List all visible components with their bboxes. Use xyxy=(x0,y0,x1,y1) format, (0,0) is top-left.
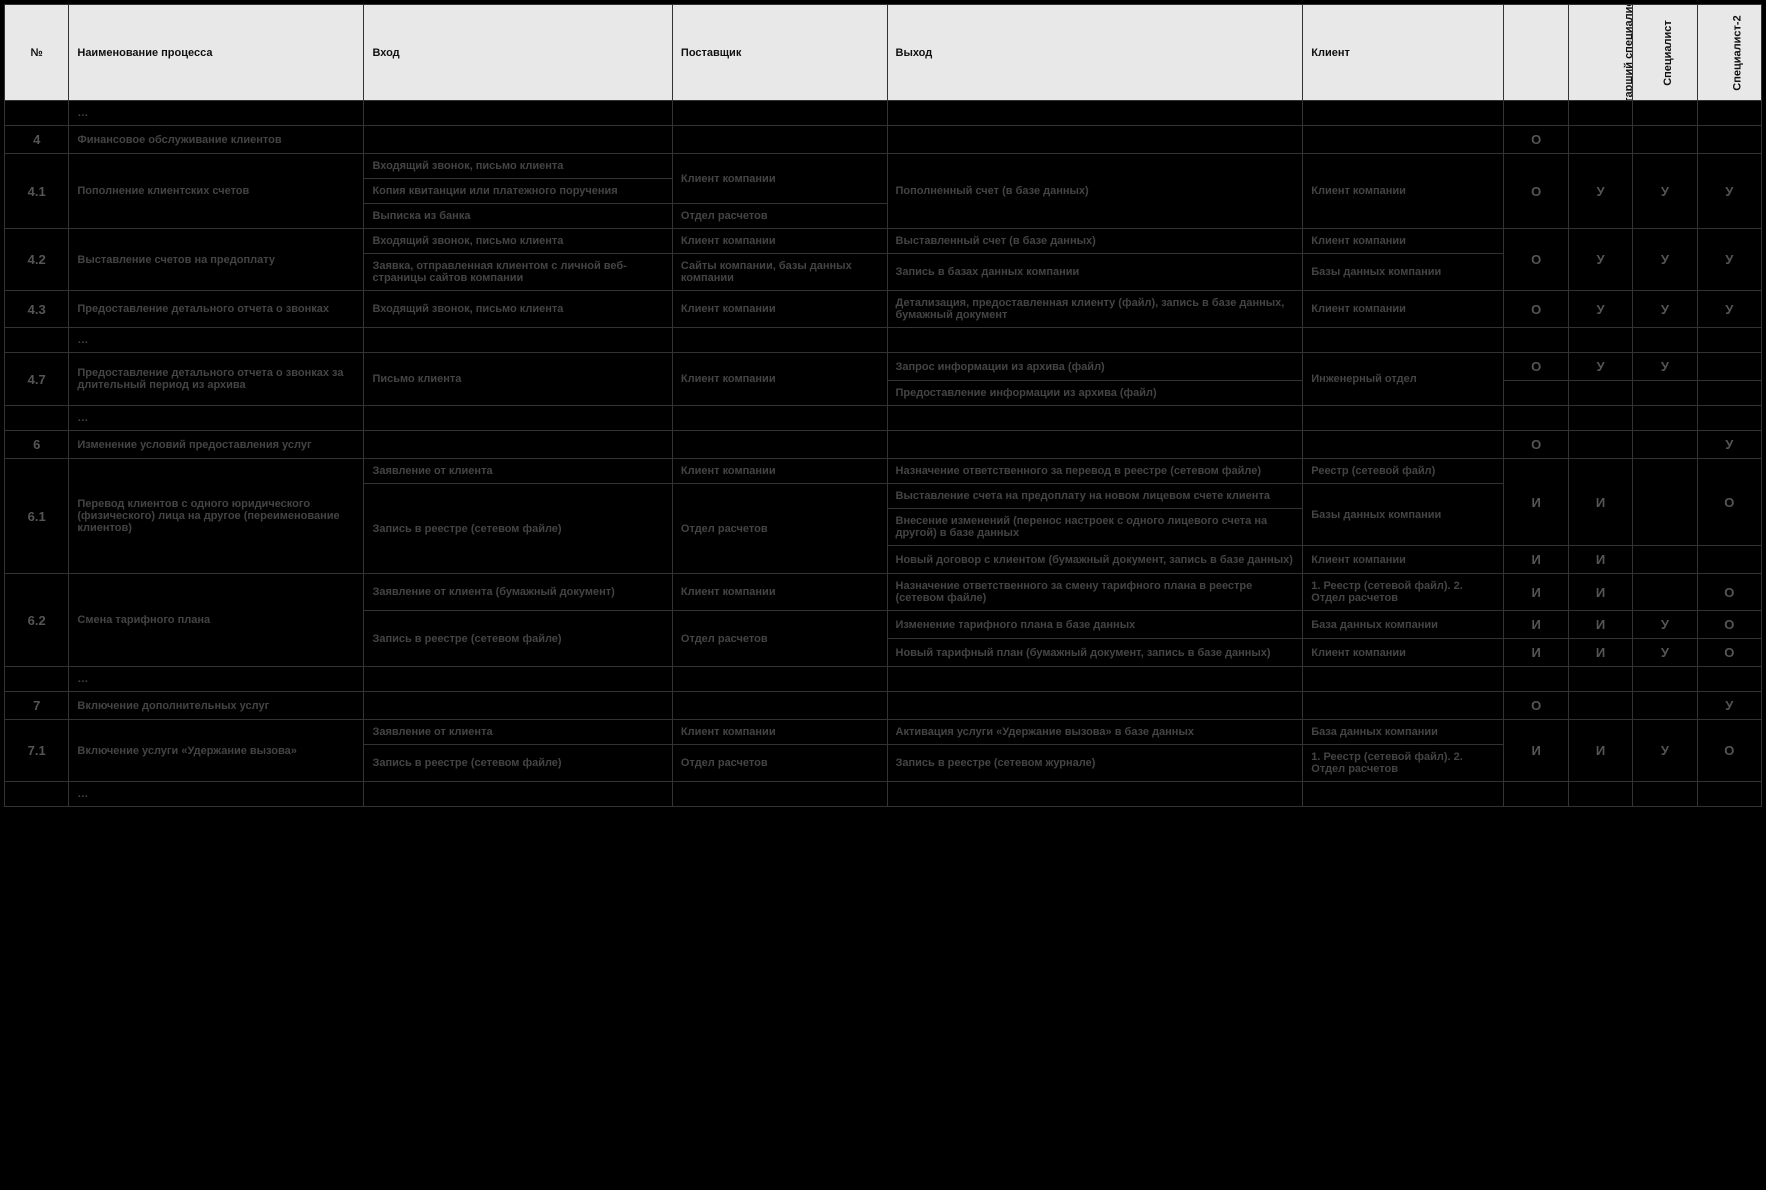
table-row: … xyxy=(5,406,1762,431)
header-output: Выход xyxy=(887,5,1303,101)
header-client: Клиент xyxy=(1303,5,1504,101)
header-name: Наименование процесса xyxy=(69,5,364,101)
table-row: 4.3Предоставление детального отчета о зв… xyxy=(5,291,1762,328)
table-header: № Наименование процесса Вход Поставщик В… xyxy=(5,5,1762,101)
table-row: 4.7 Предоставление детального отчета о з… xyxy=(5,353,1762,381)
header-input: Вход xyxy=(364,5,672,101)
table-row: … xyxy=(5,667,1762,692)
table-row: … xyxy=(5,101,1762,126)
table-row: 4.1 Пополнение клиентских счетов Входящи… xyxy=(5,154,1762,179)
header-role3: Специалист xyxy=(1633,5,1697,101)
header-role1: Начальник подразделения xyxy=(1504,5,1568,101)
table-row: 4.2 Выставление счетов на предоплату Вхо… xyxy=(5,229,1762,254)
table-row: … xyxy=(5,782,1762,807)
header-supplier: Поставщик xyxy=(672,5,887,101)
table-row: 7Включение дополнительных услуг ОУ xyxy=(5,692,1762,720)
header-role2: Старший специалист xyxy=(1568,5,1632,101)
table-row: 6.2 Смена тарифного плана Заявление от к… xyxy=(5,574,1762,611)
table-row: 7.1 Включение услуги «Удержание вызова» … xyxy=(5,720,1762,745)
header-role4: Специалист-2 xyxy=(1697,5,1761,101)
table-row: 6Изменение условий предоставления услуг … xyxy=(5,431,1762,459)
table-row: 6.1 Перевод клиентов с одного юридическо… xyxy=(5,459,1762,484)
table-row: 4Финансовое обслуживание клиентов О xyxy=(5,126,1762,154)
table-row: … xyxy=(5,328,1762,353)
process-table: № Наименование процесса Вход Поставщик В… xyxy=(4,4,1762,807)
header-num: № xyxy=(5,5,69,101)
